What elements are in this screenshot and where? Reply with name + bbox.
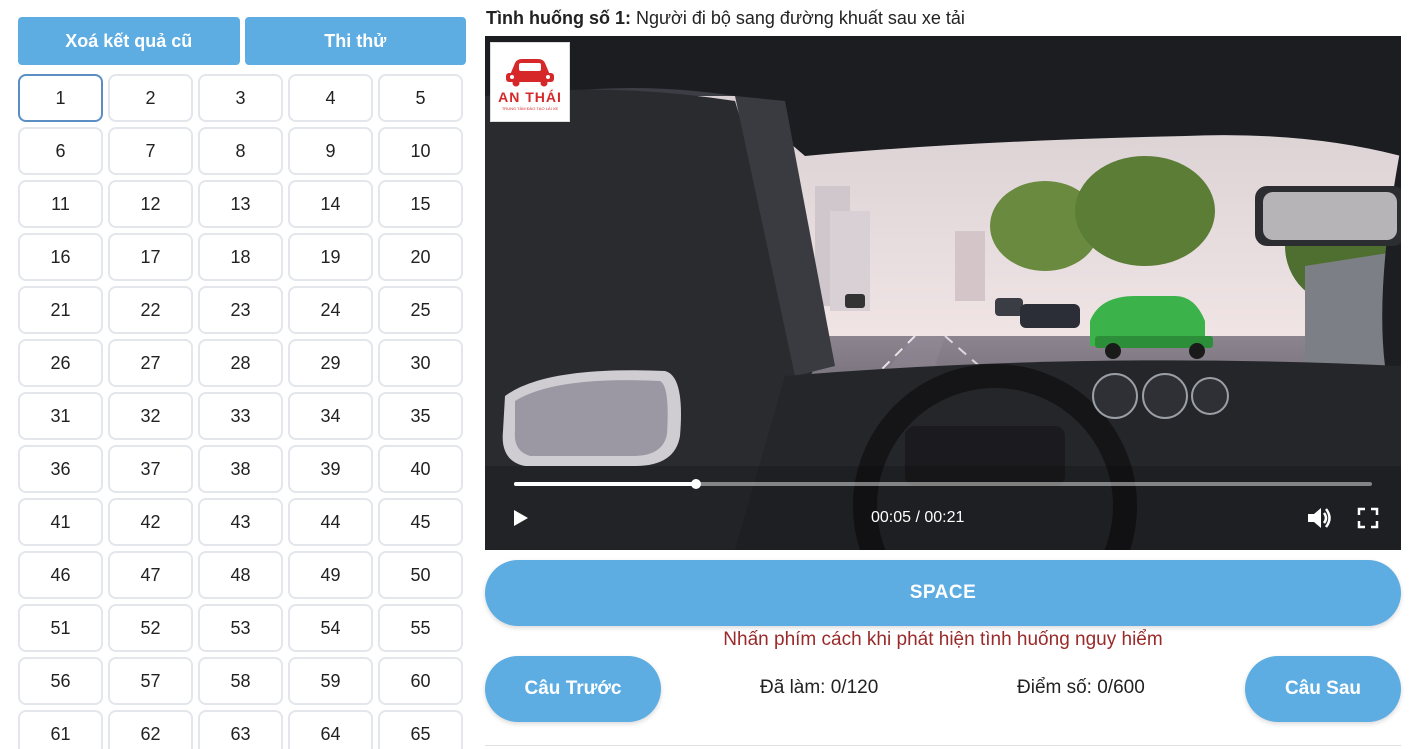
score-display: Điểm số: 0/600	[1017, 677, 1145, 698]
question-number-button[interactable]: 41	[18, 498, 103, 546]
question-number-button[interactable]: 1	[18, 74, 103, 122]
question-number-button[interactable]: 53	[198, 604, 283, 652]
play-icon[interactable]	[510, 506, 532, 530]
space-button[interactable]: SPACE	[485, 560, 1401, 626]
question-number-button[interactable]: 48	[198, 551, 283, 599]
question-number-button[interactable]: 38	[198, 445, 283, 493]
space-hint-text: Nhấn phím cách khi phát hiện tình huống …	[723, 629, 1163, 650]
situation-number: Tình huống số 1:	[486, 8, 631, 28]
question-number-button[interactable]: 35	[378, 392, 463, 440]
question-number-button[interactable]: 8	[198, 127, 283, 175]
question-number-button[interactable]: 55	[378, 604, 463, 652]
video-progress-fill	[514, 482, 696, 486]
next-question-button[interactable]: Câu Sau	[1245, 656, 1401, 722]
question-number-button[interactable]: 19	[288, 233, 373, 281]
divider	[485, 745, 1401, 746]
logo-tagline: TRUNG TÂM ĐÀO TẠO LÁI XE	[501, 106, 559, 111]
question-number-button[interactable]: 28	[198, 339, 283, 387]
question-number-button[interactable]: 39	[288, 445, 373, 493]
situation-title: Tình huống số 1: Người đi bộ sang đường …	[486, 8, 965, 29]
question-number-button[interactable]: 58	[198, 657, 283, 705]
question-number-button[interactable]: 26	[18, 339, 103, 387]
question-number-button[interactable]: 2	[108, 74, 193, 122]
question-number-button[interactable]: 50	[378, 551, 463, 599]
question-number-button[interactable]: 22	[108, 286, 193, 334]
video-time: 00:05 / 00:21	[871, 509, 965, 526]
previous-question-button[interactable]: Câu Trước	[485, 656, 661, 722]
question-number-button[interactable]: 57	[108, 657, 193, 705]
fullscreen-icon[interactable]	[1357, 507, 1379, 529]
question-number-button[interactable]: 44	[288, 498, 373, 546]
question-number-button[interactable]: 20	[378, 233, 463, 281]
question-number-button[interactable]: 25	[378, 286, 463, 334]
question-number-button[interactable]: 29	[288, 339, 373, 387]
car-logo-icon	[506, 59, 554, 87]
brand-logo: AN THÁI TRUNG TÂM ĐÀO TẠO LÁI XE	[490, 42, 570, 122]
question-number-button[interactable]: 13	[198, 180, 283, 228]
question-number-button[interactable]: 52	[108, 604, 193, 652]
question-number-button[interactable]: 46	[18, 551, 103, 599]
question-number-button[interactable]: 31	[18, 392, 103, 440]
logo-brand-text: AN THÁI	[498, 89, 562, 105]
question-number-button[interactable]: 10	[378, 127, 463, 175]
question-number-button[interactable]: 51	[18, 604, 103, 652]
question-number-button[interactable]: 17	[108, 233, 193, 281]
question-grid: 1 2 3 4 5 6 7 8 9 10 11 12 13 14 15 16 17 18 19 20 21 22 23 24 2…	[18, 74, 466, 749]
question-number-button[interactable]: 32	[108, 392, 193, 440]
questions-done-count: Đã làm: 0/120	[760, 677, 879, 698]
video-progress-thumb[interactable]	[690, 479, 701, 489]
page: Xoá kết quả cũ Thi thử 1 2 3 4 5 6 7 8 9 10 11 12 13…	[0, 0, 1421, 749]
question-panel: Xoá kết quả cũ Thi thử 1 2 3 4 5 6 7 8 9 10 11 12 13…	[18, 0, 466, 749]
question-number-button[interactable]: 30	[378, 339, 463, 387]
question-number-button[interactable]: 5	[378, 74, 463, 122]
situation-description: Người đi bộ sang đường khuất sau xe tải	[636, 8, 965, 28]
question-number-button[interactable]: 12	[108, 180, 193, 228]
question-number-button[interactable]: 15	[378, 180, 463, 228]
question-number-button[interactable]: 23	[198, 286, 283, 334]
question-number-button[interactable]: 24	[288, 286, 373, 334]
question-number-button[interactable]: 43	[198, 498, 283, 546]
question-number-button[interactable]: 9	[288, 127, 373, 175]
video-player[interactable]: AN THÁI TRUNG TÂM ĐÀO TẠO LÁI XE 00:05 /…	[485, 36, 1401, 550]
question-number-button[interactable]: 18	[198, 233, 283, 281]
question-number-button[interactable]: 6	[18, 127, 103, 175]
question-number-button[interactable]: 59	[288, 657, 373, 705]
question-number-button[interactable]: 21	[18, 286, 103, 334]
question-number-button[interactable]: 16	[18, 233, 103, 281]
question-number-button[interactable]: 4	[288, 74, 373, 122]
question-number-button[interactable]: 14	[288, 180, 373, 228]
question-number-button[interactable]: 63	[198, 710, 283, 749]
question-number-button[interactable]: 37	[108, 445, 193, 493]
question-number-button[interactable]: 65	[378, 710, 463, 749]
question-number-button[interactable]: 54	[288, 604, 373, 652]
volume-icon[interactable]	[1305, 505, 1333, 531]
question-number-button[interactable]: 27	[108, 339, 193, 387]
question-number-button[interactable]: 61	[18, 710, 103, 749]
question-number-button[interactable]: 40	[378, 445, 463, 493]
video-progress-bar[interactable]	[514, 479, 1372, 489]
question-number-button[interactable]: 56	[18, 657, 103, 705]
question-number-button[interactable]: 11	[18, 180, 103, 228]
top-button-row: Xoá kết quả cũ Thi thử	[18, 17, 466, 65]
question-number-button[interactable]: 7	[108, 127, 193, 175]
question-number-button[interactable]: 34	[288, 392, 373, 440]
question-number-button[interactable]: 49	[288, 551, 373, 599]
practice-test-button[interactable]: Thi thử	[244, 17, 466, 65]
question-number-button[interactable]: 42	[108, 498, 193, 546]
question-number-button[interactable]: 3	[198, 74, 283, 122]
clear-results-button[interactable]: Xoá kết quả cũ	[18, 17, 240, 65]
question-number-button[interactable]: 47	[108, 551, 193, 599]
question-number-button[interactable]: 36	[18, 445, 103, 493]
question-number-button[interactable]: 64	[288, 710, 373, 749]
question-number-button[interactable]: 33	[198, 392, 283, 440]
question-number-button[interactable]: 45	[378, 498, 463, 546]
driving-scene-image	[485, 36, 1401, 550]
question-number-button[interactable]: 60	[378, 657, 463, 705]
question-number-button[interactable]: 62	[108, 710, 193, 749]
